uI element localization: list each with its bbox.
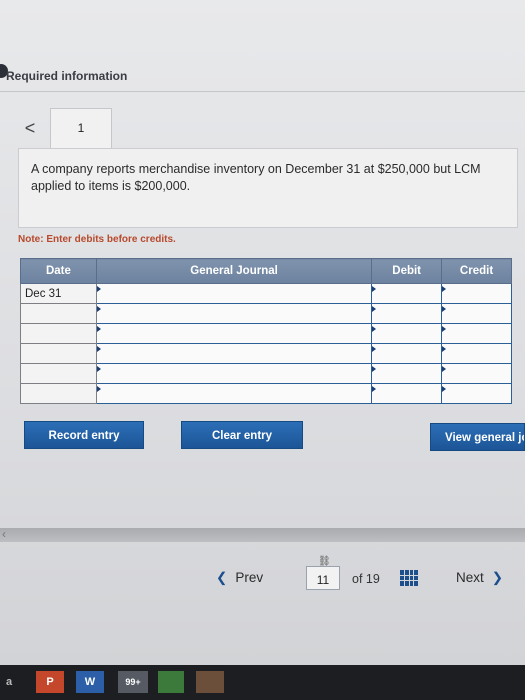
credit-input[interactable] xyxy=(441,323,512,344)
prev-button[interactable]: ❮ Prev xyxy=(216,570,263,586)
debit-input[interactable] xyxy=(371,343,443,364)
account-input[interactable] xyxy=(95,303,373,324)
table-row xyxy=(20,343,512,364)
date-cell[interactable] xyxy=(20,363,97,384)
assignment-page: Required information < 1 A company repor… xyxy=(0,0,525,665)
chevron-left-icon: ❮ xyxy=(216,570,228,585)
photos-icon[interactable] xyxy=(196,671,224,693)
app-icon[interactable] xyxy=(158,671,184,693)
account-input[interactable] xyxy=(95,363,373,384)
date-cell[interactable] xyxy=(20,343,97,364)
account-input[interactable] xyxy=(95,323,373,344)
general-journal-table: Date General Journal Debit Credit Dec 31 xyxy=(20,258,512,404)
column-header-general-journal: General Journal xyxy=(95,258,373,284)
date-cell[interactable]: Dec 31 xyxy=(20,283,97,304)
notification-badge-icon[interactable]: 99+ xyxy=(118,671,148,693)
debit-input[interactable] xyxy=(371,383,443,404)
page-grid-icon[interactable] xyxy=(400,570,418,586)
credit-input[interactable] xyxy=(441,363,512,384)
powerpoint-icon[interactable]: P xyxy=(36,671,64,693)
account-input[interactable] xyxy=(95,383,373,404)
table-row xyxy=(20,323,512,344)
column-header-credit: Credit xyxy=(441,258,512,284)
prev-label: Prev xyxy=(235,570,264,585)
debit-input[interactable] xyxy=(371,283,443,304)
note-text: Note: Enter debits before credits. xyxy=(18,234,176,245)
scroll-left-arrow-icon[interactable]: ‹ xyxy=(2,527,6,541)
column-header-debit: Debit xyxy=(371,258,443,284)
view-general-journal-button[interactable]: View general jou xyxy=(430,423,525,451)
taskbar-edge-icon[interactable]: a xyxy=(4,671,14,693)
required-information-bar[interactable]: Required information xyxy=(0,62,525,92)
table-row: Dec 31 xyxy=(20,283,512,304)
debit-input[interactable] xyxy=(371,303,443,324)
credit-input[interactable] xyxy=(441,343,512,364)
chevron-right-icon: ❯ xyxy=(491,570,504,585)
next-label: Next xyxy=(456,570,484,585)
required-information-label: Required information xyxy=(6,69,128,83)
date-cell[interactable] xyxy=(20,323,97,344)
os-taskbar: a P W 99+ xyxy=(0,665,525,700)
credit-input[interactable] xyxy=(441,283,512,304)
debit-input[interactable] xyxy=(371,323,443,344)
debit-input[interactable] xyxy=(371,363,443,384)
table-row xyxy=(20,303,512,324)
credit-input[interactable] xyxy=(441,383,512,404)
date-cell[interactable] xyxy=(20,383,97,404)
table-row xyxy=(20,363,512,384)
current-page-box[interactable]: 11 xyxy=(306,566,340,590)
clear-entry-button[interactable]: Clear entry xyxy=(181,421,303,449)
date-cell[interactable] xyxy=(20,303,97,324)
credit-input[interactable] xyxy=(441,303,512,324)
account-input[interactable] xyxy=(95,283,373,304)
column-header-date: Date xyxy=(20,258,97,284)
record-entry-button[interactable]: Record entry xyxy=(24,421,144,449)
table-row xyxy=(20,383,512,404)
pagination: ❮ Prev ⛓ 11 of 19 Next ❯ xyxy=(0,556,525,596)
page-total-label: of 19 xyxy=(352,572,380,586)
word-icon[interactable]: W xyxy=(76,671,104,693)
previous-tab-chevron-icon[interactable]: < xyxy=(18,116,42,140)
account-input[interactable] xyxy=(95,343,373,364)
scroll-divider: ‹ xyxy=(0,527,525,542)
question-text: A company reports merchandise inventory … xyxy=(18,148,518,228)
next-button[interactable]: Next ❯ xyxy=(456,570,503,586)
